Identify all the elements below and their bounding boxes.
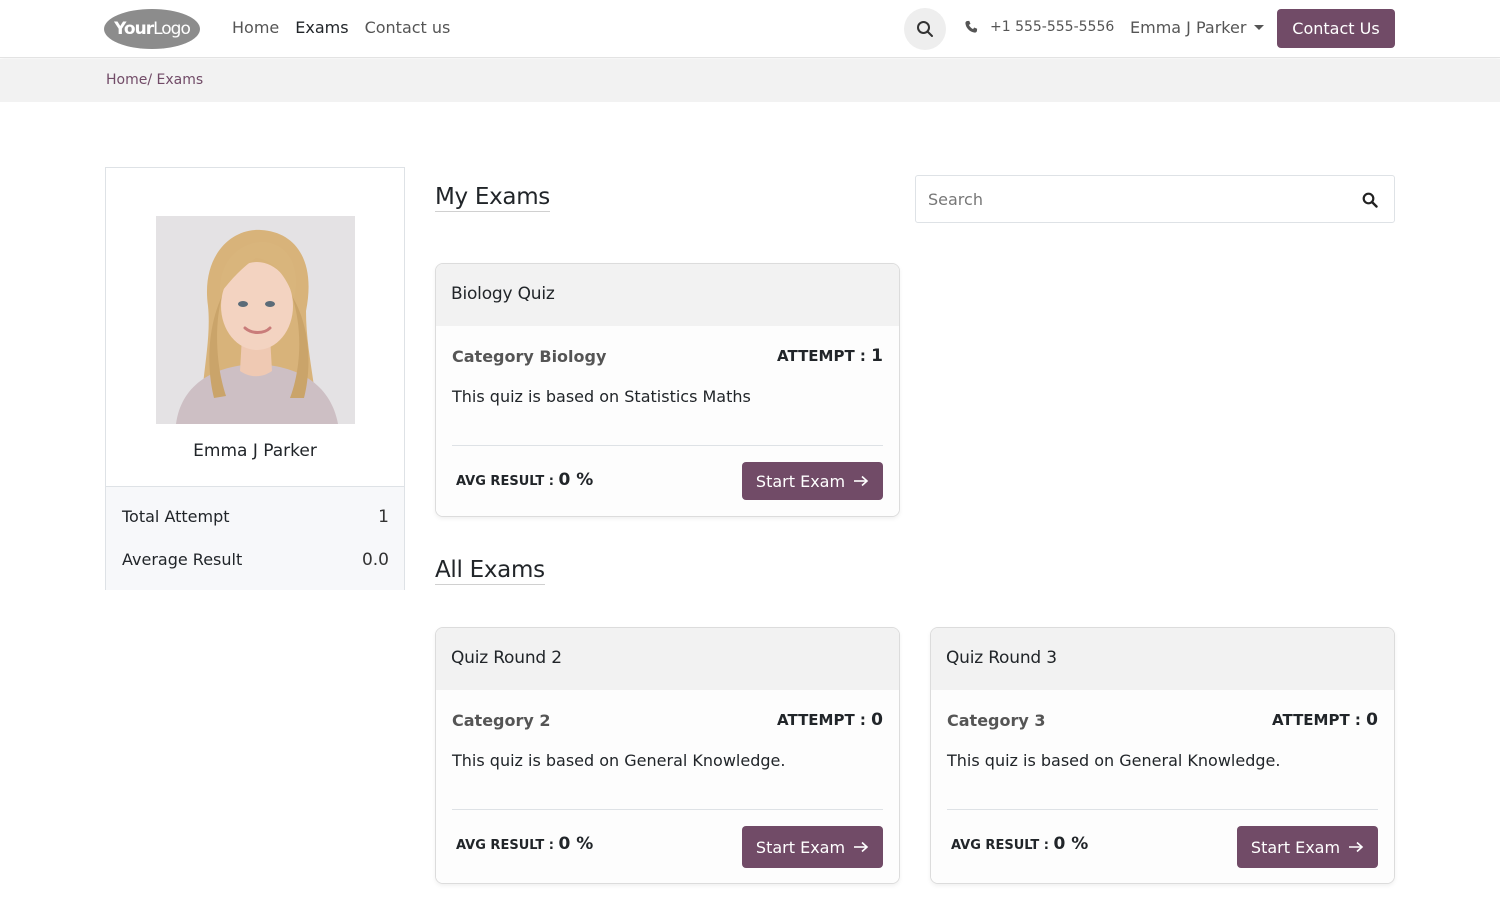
- exam-category: Category 3: [947, 711, 1046, 730]
- breadcrumb-bar: Home/ Exams: [0, 59, 1500, 102]
- breadcrumb[interactable]: Home/ Exams: [106, 72, 203, 88]
- stat-average-result: Average Result 0.0: [122, 550, 389, 570]
- exam-card: Quiz Round 3 Category 3 ATTEMPT : 0 This…: [930, 627, 1395, 884]
- start-exam-button[interactable]: Start Exam: [1237, 826, 1378, 868]
- start-exam-label: Start Exam: [755, 837, 846, 857]
- exam-attempt: ATTEMPT : 0: [1272, 710, 1378, 730]
- avatar: [156, 216, 355, 424]
- search-input[interactable]: [928, 188, 1348, 210]
- exam-card: Biology Quiz Category Biology ATTEMPT : …: [435, 263, 900, 517]
- attempt-label: ATTEMPT :: [777, 711, 872, 729]
- stat-label: Average Result: [122, 550, 243, 569]
- phone-contact[interactable]: +1 555-555-5556: [964, 19, 1114, 35]
- start-exam-label: Start Exam: [1250, 837, 1341, 857]
- arrow-right-icon: [854, 475, 869, 487]
- search-icon: [1362, 192, 1378, 208]
- exam-attempt: ATTEMPT : 1: [777, 346, 883, 366]
- logo-text-logo: Logo: [153, 19, 191, 39]
- exam-description: This quiz is based on General Knowledge.: [947, 751, 1281, 770]
- card-divider: [947, 809, 1378, 810]
- exam-title: Quiz Round 2: [436, 628, 899, 690]
- stat-label: Total Attempt: [122, 507, 230, 526]
- avg-label: AVG RESULT :: [951, 838, 1054, 853]
- contact-us-button[interactable]: Contact Us: [1277, 9, 1395, 48]
- avg-value: 0 %: [1053, 834, 1089, 854]
- exam-attempt: ATTEMPT : 0: [777, 710, 883, 730]
- stat-value: 1: [378, 507, 389, 527]
- exam-avg-result: AVG RESULT : 0 %: [456, 834, 593, 854]
- user-menu-dropdown[interactable]: Emma J Parker: [1130, 18, 1265, 37]
- exam-card-body: Category 3 ATTEMPT : 0 This quiz is base…: [931, 690, 1394, 883]
- card-divider: [452, 445, 883, 446]
- card-divider: [452, 809, 883, 810]
- nav-contact-us[interactable]: Contact us: [365, 18, 451, 37]
- phone-number: +1 555-555-5556: [990, 19, 1115, 35]
- profile-stats: Total Attempt 1 Average Result 0.0: [106, 486, 404, 590]
- brand-logo[interactable]: Your Logo: [104, 9, 200, 49]
- exam-category: Category 2: [452, 711, 551, 730]
- caret-down-icon: [1254, 25, 1265, 30]
- my-exams-heading: My Exams: [435, 184, 550, 212]
- avg-label: AVG RESULT :: [456, 838, 559, 853]
- exam-card-body: Category Biology ATTEMPT : 1 This quiz i…: [436, 326, 899, 516]
- exam-description: This quiz is based on General Knowledge.: [452, 751, 786, 770]
- avg-value: 0 %: [558, 834, 594, 854]
- exam-card: Quiz Round 2 Category 2 ATTEMPT : 0 This…: [435, 627, 900, 884]
- profile-name: Emma J Parker: [193, 441, 317, 461]
- attempt-label: ATTEMPT :: [777, 347, 872, 365]
- exam-title: Quiz Round 3: [931, 628, 1394, 690]
- attempt-label: ATTEMPT :: [1272, 711, 1367, 729]
- nav-exams[interactable]: Exams: [295, 18, 348, 37]
- search-icon: [917, 21, 933, 37]
- profile-card: Emma J Parker Total Attempt 1 Average Re…: [105, 167, 405, 590]
- stat-value: 0.0: [361, 550, 389, 570]
- attempt-value: 1: [871, 346, 883, 366]
- exam-avg-result: AVG RESULT : 0 %: [951, 834, 1088, 854]
- logo-text-your: Your: [114, 19, 154, 39]
- nav-home[interactable]: Home: [232, 18, 279, 37]
- start-exam-button[interactable]: Start Exam: [742, 462, 883, 500]
- attempt-value: 0: [871, 710, 883, 730]
- stat-total-attempt: Total Attempt 1: [122, 507, 389, 527]
- exam-category: Category Biology: [452, 347, 607, 366]
- header-search-button[interactable]: [904, 8, 946, 50]
- avg-value: 0 %: [558, 470, 594, 490]
- attempt-value: 0: [1366, 710, 1378, 730]
- phone-icon: [965, 20, 978, 33]
- exam-card-body: Category 2 ATTEMPT : 0 This quiz is base…: [436, 690, 899, 883]
- start-exam-label: Start Exam: [755, 471, 846, 491]
- top-navbar: Your Logo Home Exams Contact us +1 555-55…: [0, 0, 1500, 58]
- exam-search: [915, 175, 1395, 223]
- search-submit-button[interactable]: [1362, 192, 1378, 212]
- exam-description: This quiz is based on Statistics Maths: [452, 387, 751, 406]
- arrow-right-icon: [1349, 841, 1364, 853]
- exam-avg-result: AVG RESULT : 0 %: [456, 470, 593, 490]
- start-exam-button[interactable]: Start Exam: [742, 826, 883, 868]
- exam-title: Biology Quiz: [436, 264, 899, 326]
- all-exams-heading: All Exams: [435, 557, 545, 585]
- avg-label: AVG RESULT :: [456, 474, 559, 489]
- main-nav: Home Exams Contact us: [232, 18, 450, 37]
- user-name: Emma J Parker: [1130, 18, 1247, 37]
- arrow-right-icon: [854, 841, 869, 853]
